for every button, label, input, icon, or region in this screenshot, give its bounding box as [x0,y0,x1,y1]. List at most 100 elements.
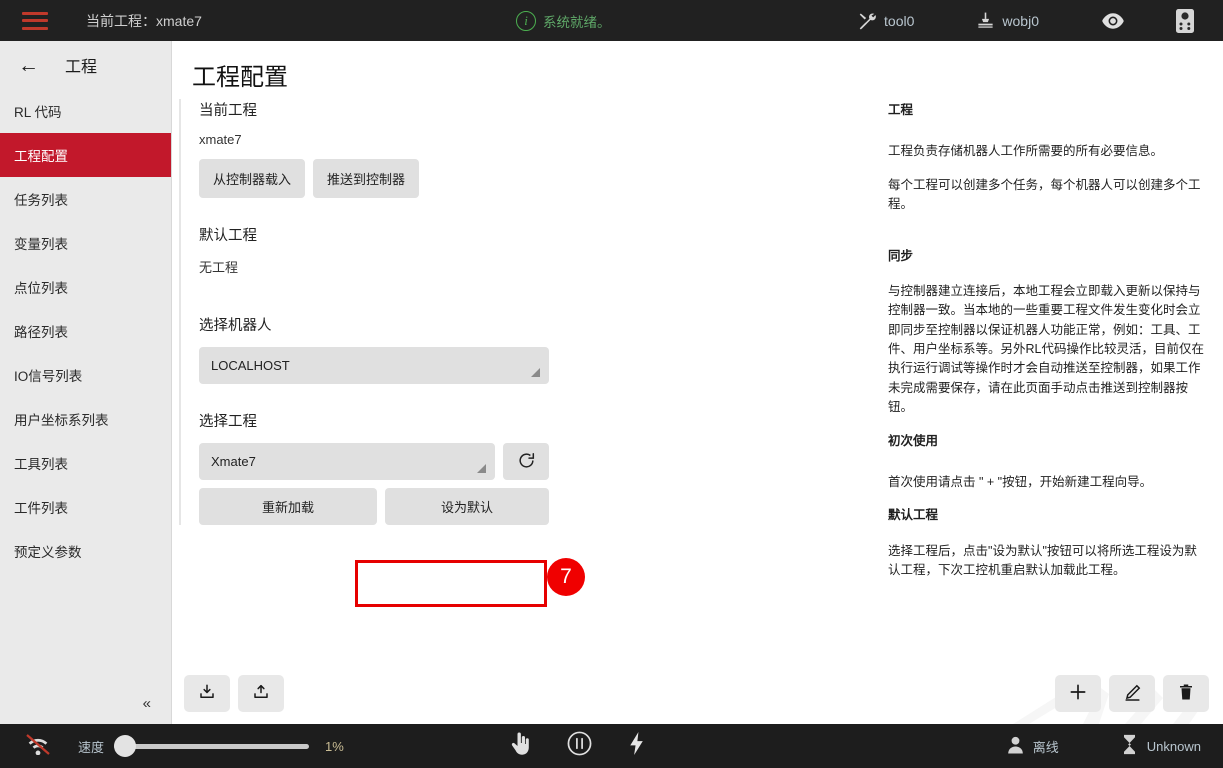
load-from-controller-button[interactable]: 从控制器载入 [199,159,305,198]
hamburger-icon[interactable] [22,12,48,30]
hand-icon[interactable] [509,732,531,761]
refresh-icon [517,451,536,473]
bottom-bar-controls [509,731,646,761]
chevron-down-icon [531,368,540,377]
current-project-label: 当前工程：xmate7 [86,11,202,31]
sidebar-title: 工程 [65,53,97,77]
sidebar-item-variable-list[interactable]: 变量列表 [0,221,171,265]
robot-status[interactable]: Unknown [1121,734,1201,759]
current-project-value: xmate7 [199,132,559,147]
bottom-bar-status-group: 离线 Unknown [1007,734,1223,759]
import-button[interactable] [184,675,230,712]
plus-icon [1068,682,1088,705]
help-section-title-first-use: 初次使用 [888,432,1208,451]
robot-select-value: LOCALHOST [211,358,290,373]
arrow-left-icon[interactable]: ← [18,55,39,76]
help-section-title-sync: 同步 [888,247,1208,266]
add-button[interactable] [1055,675,1101,712]
download-icon [198,683,216,704]
robot-icon [1121,734,1138,759]
user-status-text: 离线 [1033,737,1059,756]
speed-percent: 1% [325,739,344,754]
sidebar-item-workpiece-list[interactable]: 工件列表 [0,485,171,529]
project-select-value: Xmate7 [211,454,256,469]
sidebar-item-user-frame-list[interactable]: 用户坐标系列表 [0,397,171,441]
sidebar-item-label: 点位列表 [14,277,68,297]
pause-circle-icon[interactable] [567,731,592,761]
upload-icon [252,683,270,704]
help-text-project-2: 每个工程可以创建多个任务，每个机器人可以创建多个工程。 [888,176,1208,215]
set-default-button[interactable]: 设为默认 [385,488,549,525]
sidebar-item-label: 路径列表 [14,321,68,341]
lightning-icon[interactable] [628,731,646,761]
trash-icon [1177,683,1195,704]
sidebar-item-label: 工具列表 [14,453,68,473]
annotation-step-badge: 7 [547,558,585,596]
sidebar-item-task-list[interactable]: 任务列表 [0,177,171,221]
select-project-section-label: 选择工程 [199,410,559,431]
sidebar-item-label: 预定义参数 [14,541,82,561]
sidebar-item-label: 变量列表 [14,233,68,253]
wrench-icon [858,11,877,30]
top-bar-right-group: tool0 wobj0 [858,0,1223,41]
project-select-row: Xmate7 [199,443,559,480]
sidebar: ← 工程 RL 代码 工程配置 任务列表 变量列表 点位列表 路径列表 IO信号… [0,41,172,724]
user-icon [1007,736,1024,757]
teach-pendant-button[interactable] [1175,8,1195,34]
speed-slider[interactable] [114,735,309,757]
bottom-bar: 速度 1% [0,724,1223,768]
system-status-text: 系统就绪。 [543,11,611,31]
robot-status-text: Unknown [1147,739,1201,754]
sidebar-item-path-list[interactable]: 路径列表 [0,309,171,353]
sidebar-item-label: 用户坐标系列表 [14,409,109,429]
tool-selector[interactable]: tool0 [858,11,914,30]
page-title: 工程配置 [192,57,288,92]
sidebar-item-predefined-params[interactable]: 预定义参数 [0,529,171,573]
project-select[interactable]: Xmate7 [199,443,495,480]
help-panel: 工程 工程负责存储机器人工作所需要的所有必要信息。 每个工程可以创建多个任务，每… [888,101,1208,594]
export-button[interactable] [238,675,284,712]
pencil-icon [1123,683,1142,705]
chevron-double-left-icon[interactable]: « [143,695,149,712]
sidebar-item-project-config[interactable]: 工程配置 [0,133,171,177]
sidebar-item-rl-code[interactable]: RL 代码 [0,89,171,133]
current-project-buttons: 从控制器载入 推送到控制器 [199,159,559,198]
sidebar-item-io-signal-list[interactable]: IO信号列表 [0,353,171,397]
robot-select[interactable]: LOCALHOST [199,347,549,384]
refresh-button[interactable] [503,443,549,480]
help-section-title-project: 工程 [888,101,1208,120]
main-content: 工程配置 当前工程 xmate7 从控制器载入 推送到控制器 默认工程 无工程 … [172,41,1223,724]
teach-pendant-icon [1175,8,1195,34]
sidebar-item-point-list[interactable]: 点位列表 [0,265,171,309]
user-status[interactable]: 离线 [1007,736,1059,757]
wifi-off-icon[interactable] [24,733,52,760]
chevron-down-icon [477,464,486,473]
workobject-selector[interactable]: wobj0 [976,11,1039,30]
select-robot-section-label: 选择机器人 [199,314,559,335]
workobject-label: wobj0 [1002,13,1039,29]
sidebar-item-tool-list[interactable]: 工具列表 [0,441,171,485]
reload-button[interactable]: 重新加载 [199,488,377,525]
visibility-toggle[interactable] [1101,12,1125,30]
edit-button[interactable] [1109,675,1155,712]
right-action-bar [1055,675,1209,712]
project-config-form: 当前工程 xmate7 从控制器载入 推送到控制器 默认工程 无工程 选择机器人… [179,99,559,525]
speed-label: 速度 [78,737,104,756]
eye-icon [1101,12,1125,30]
info-circle-icon: i [516,11,536,31]
speed-slider-track[interactable] [114,744,309,749]
current-project-section-label: 当前工程 [199,99,559,120]
help-text-first-use-1: 首次使用请点击 " + "按钮，开始新建工程向导。 [888,473,1208,492]
help-text-default-project-1: 选择工程后，点击"设为默认"按钮可以将所选工程设为默认工程，下次工控机重启默认加… [888,542,1208,581]
default-project-section-label: 默认工程 [199,224,559,245]
speed-slider-knob[interactable] [114,735,136,757]
sidebar-item-label: 任务列表 [14,189,68,209]
project-action-buttons: 重新加载 设为默认 [199,488,559,525]
sidebar-item-label: IO信号列表 [14,365,82,385]
app-root: 当前工程：xmate7 i 系统就绪。 tool0 [0,0,1223,768]
top-bar: 当前工程：xmate7 i 系统就绪。 tool0 [0,0,1223,41]
delete-button[interactable] [1163,675,1209,712]
sidebar-item-label: RL 代码 [14,101,62,121]
annotation-highlight-box [355,560,547,607]
push-to-controller-button[interactable]: 推送到控制器 [313,159,419,198]
